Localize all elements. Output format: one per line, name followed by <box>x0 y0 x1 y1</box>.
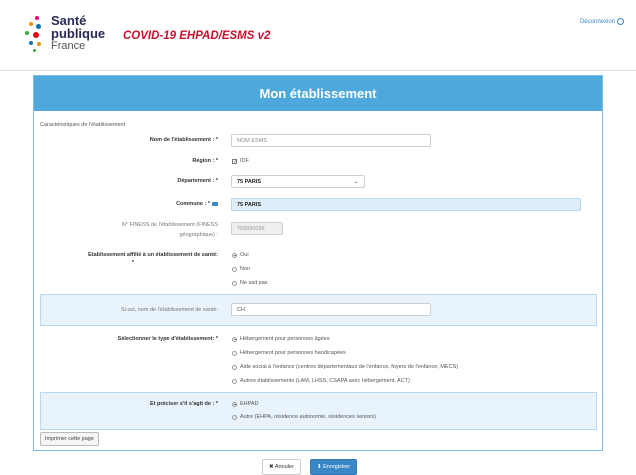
save-button[interactable]: ⬇ Enregistrer <box>310 459 358 475</box>
precise-option-autre[interactable]: Autre (EHPA, résidence autonomie, réside… <box>232 414 376 420</box>
affiliated-option-label: Oui <box>240 252 249 258</box>
info-icon[interactable] <box>212 201 218 206</box>
establishment-panel: Mon établissement Caractéristiques de l'… <box>33 75 603 451</box>
region-label: Région : * <box>192 158 218 164</box>
section-title: Caractéristiques de l'établissement <box>40 122 126 128</box>
checkbox-checked-icon: ✓ <box>232 158 238 165</box>
logout-link[interactable]: Déconnexion <box>580 18 624 25</box>
logo-line-2: publique <box>51 26 106 41</box>
radio-icon <box>232 414 237 420</box>
chevron-down-icon: ⌄ <box>353 179 358 185</box>
name-label: Nom de l'établissement : * <box>149 137 218 143</box>
affiliated-required: * <box>131 260 134 266</box>
department-select[interactable]: 75 PARIS ⌄ <box>231 175 365 188</box>
health-name-label: Si oui, nom de l'établissement de santé: <box>120 307 218 313</box>
logo-dots-icon <box>25 14 47 56</box>
type-option-label: Hébergement pour personnes âgées <box>240 336 330 342</box>
finess-label-line1: N° FINESS de l'établissement (FINESS <box>121 222 218 228</box>
precise-type-box <box>40 392 597 430</box>
region-value: IDF <box>240 158 249 164</box>
type-option-label: Autres établissements (LAM, LHSS, CSAPA … <box>240 378 410 384</box>
affiliated-option-label: Non <box>240 266 251 272</box>
radio-selected-icon <box>232 401 237 407</box>
cancel-button[interactable]: ✖ Annuler <box>262 459 301 475</box>
finess-input: 750000036 <box>231 222 283 235</box>
radio-selected-icon <box>232 252 237 258</box>
establishment-name-input[interactable]: NOM ESMS <box>231 134 431 147</box>
precise-option-label: EHPAD <box>240 401 259 407</box>
logo-line-3: France <box>51 40 86 52</box>
affiliated-option-non[interactable]: Non <box>232 266 250 272</box>
radio-icon <box>232 350 237 356</box>
affiliated-option-oui[interactable]: Oui <box>232 252 249 258</box>
radio-icon <box>232 266 237 272</box>
power-icon <box>617 18 624 25</box>
department-label: Département : * <box>177 178 218 184</box>
radio-icon <box>232 364 237 370</box>
finess-label-line2: géographique) : <box>179 232 218 238</box>
affiliated-option-label: Ne sait pas <box>240 280 268 286</box>
health-name-input[interactable]: CH <box>231 303 431 316</box>
type-label: Sélectionner le type d'établissement: * <box>117 336 218 342</box>
type-option-enfance[interactable]: Aide social à l'enfance (centres départe… <box>232 364 458 370</box>
precise-option-ehpad[interactable]: EHPAD <box>232 401 259 407</box>
region-checkbox[interactable]: ✓ IDF <box>232 158 249 164</box>
commune-label-text: Commune : * <box>176 201 210 207</box>
app-title: COVID-19 EHPAD/ESMS v2 <box>123 30 271 42</box>
type-option-label: Aide social à l'enfance (centres départe… <box>240 364 459 370</box>
precise-option-label: Autre (EHPA, résidence autonomie, réside… <box>240 414 376 420</box>
radio-icon <box>232 378 237 384</box>
print-page-button[interactable]: Imprimer cette page <box>40 432 99 446</box>
type-option-label: Hébergement pour personnes handicapées <box>240 350 346 356</box>
type-option-personnes-agees[interactable]: Hébergement pour personnes âgées <box>232 336 330 342</box>
logout-label: Déconnexion <box>579 18 615 25</box>
affiliated-label: Etablissement affilié à un établissement… <box>88 252 218 258</box>
radio-selected-icon <box>232 336 237 342</box>
commune-input[interactable]: 75 PARIS <box>231 198 581 211</box>
department-value: 75 PARIS <box>237 179 262 185</box>
panel-title: Mon établissement <box>34 76 602 111</box>
commune-label: Commune : * <box>40 201 218 207</box>
precise-label: Et préciser s'il s'agit de : * <box>149 401 218 407</box>
affiliated-option-nsp[interactable]: Ne sait pas <box>232 280 268 286</box>
type-option-handicapees[interactable]: Hébergement pour personnes handicapées <box>232 350 346 356</box>
type-option-autres[interactable]: Autres établissements (LAM, LHSS, CSAPA … <box>232 378 410 384</box>
top-bar: Santé publique France COVID-19 EHPAD/ESM… <box>0 0 636 71</box>
radio-icon <box>232 280 237 286</box>
